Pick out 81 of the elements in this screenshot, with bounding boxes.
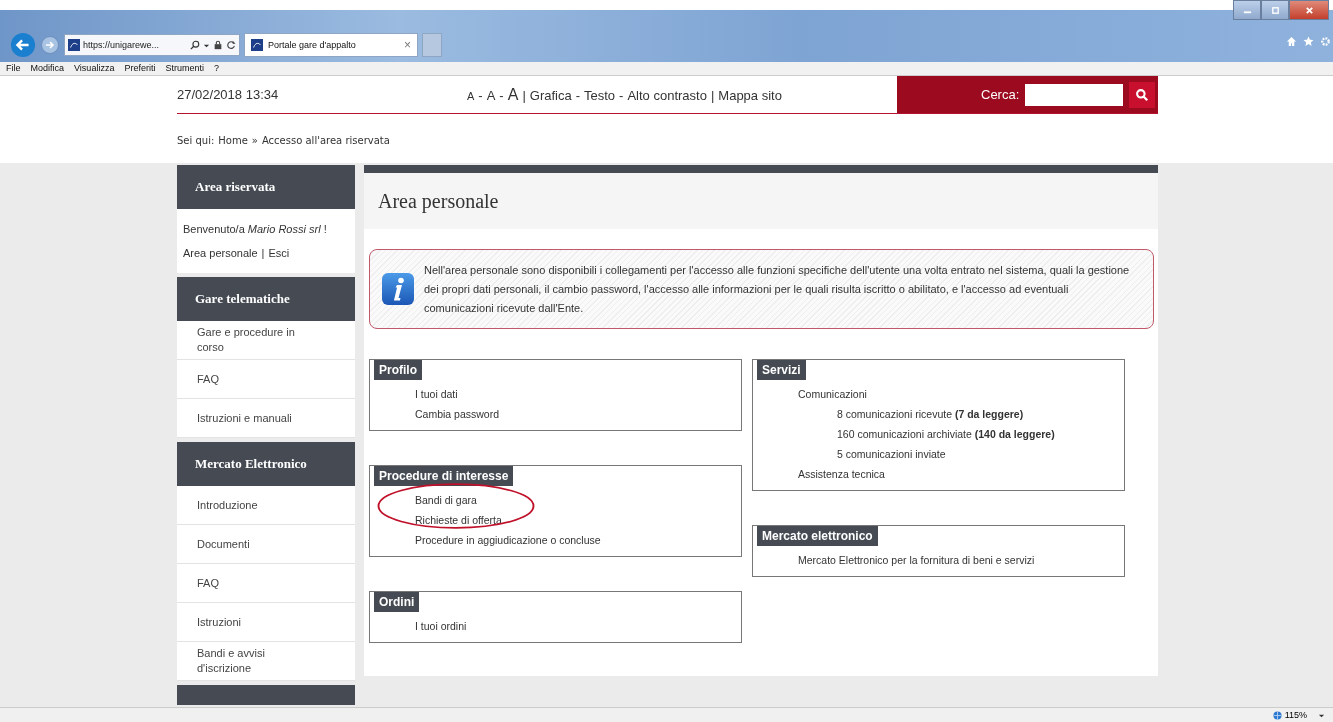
globe-icon: [1272, 710, 1282, 720]
separator: -: [575, 87, 580, 103]
section-link[interactable]: Assistenza tecnica: [798, 467, 1124, 482]
sidebar-item[interactable]: Istruzioni: [177, 603, 355, 642]
accessibility-link[interactable]: Mappa sito: [718, 87, 782, 103]
section-title: Profilo: [374, 360, 422, 380]
section-link[interactable]: Cambia password: [415, 407, 741, 422]
sidebar-item[interactable]: Istruzioni e manuali: [177, 399, 355, 438]
sidebar-item[interactable]: Introduzione: [177, 486, 355, 525]
section-link[interactable]: Mercato Elettronico per la fornitura di beni e servizi: [798, 553, 1124, 568]
breadcrumb-label: Sei qui:: [177, 135, 215, 146]
sidebar-link[interactable]: Area personale: [183, 247, 258, 259]
refresh-icon[interactable]: [226, 40, 236, 50]
separator: -: [499, 87, 504, 103]
search-field[interactable]: [1025, 83, 1123, 106]
welcome-text: Benvenuto/a Mario Rossi srl !: [183, 223, 328, 235]
sidebar-item[interactable]: Documenti: [177, 525, 355, 564]
sidebar-heading: Mercato Elettronico: [177, 442, 355, 486]
section-link[interactable]: Comunicazioni: [798, 387, 1124, 402]
date-time: 27/02/2018 13:34: [177, 87, 280, 102]
search-icon[interactable]: [190, 40, 200, 50]
zoom-level[interactable]: 115%: [1284, 710, 1307, 720]
info-icon: [382, 273, 414, 305]
address-bar[interactable]: https://unigarewe...: [64, 34, 240, 56]
restore-button[interactable]: [1261, 0, 1289, 20]
settings-icon[interactable]: [1320, 36, 1331, 47]
search-label: Cerca:: [981, 87, 1021, 102]
section-title: Servizi: [757, 360, 806, 380]
accessibility-link[interactable]: Testo: [584, 87, 616, 103]
section-title: Ordini: [374, 592, 420, 612]
breadcrumb-separator: »: [251, 135, 258, 146]
menu-item[interactable]: Modifica: [30, 62, 65, 75]
star-icon[interactable]: [1303, 36, 1314, 47]
section-link[interactable]: 160 comunicazioni archiviate (140 da leggere): [798, 427, 1124, 442]
accessibility-link[interactable]: Alto contrasto: [627, 87, 707, 103]
separator: -: [619, 87, 624, 103]
separator: |: [710, 87, 715, 103]
lock-icon: [213, 40, 223, 50]
accessibility-link[interactable]: A: [507, 85, 519, 104]
section-link[interactable]: Richieste di offerta: [415, 513, 741, 528]
close-button[interactable]: [1289, 0, 1329, 20]
menu-item[interactable]: ?: [213, 62, 219, 75]
breadcrumb-link[interactable]: Home: [218, 135, 248, 146]
separator: |: [522, 87, 526, 103]
restore-icon: [1270, 5, 1280, 15]
menu-item[interactable]: Preferiti: [124, 62, 156, 75]
tab-close-button[interactable]: ×: [404, 38, 411, 52]
sidebar-item[interactable]: FAQ: [177, 564, 355, 603]
section-link[interactable]: I tuoi ordini: [415, 619, 741, 634]
close-icon: [1304, 5, 1314, 15]
section-title: Procedure di interesse: [374, 466, 514, 486]
sidebar-item[interactable]: Gare e procedure in corso: [177, 321, 355, 360]
page-title: Area personale: [378, 189, 499, 213]
back-icon[interactable]: [10, 32, 36, 58]
section-link[interactable]: 8 comunicazioni ricevute (7 da leggere): [798, 407, 1124, 422]
section-title: Mercato elettronico: [757, 526, 878, 546]
separator: -: [478, 87, 483, 103]
home-icon[interactable]: [1286, 36, 1297, 47]
browser-tab[interactable]: Portale gare d'appalto ×: [244, 33, 418, 57]
search-icon[interactable]: [1129, 81, 1155, 108]
accessibility-link[interactable]: A: [467, 89, 475, 102]
section-link[interactable]: Procedure in aggiudicazione o concluse: [415, 533, 741, 548]
section-link[interactable]: Bandi di gara: [415, 493, 741, 508]
minimize-button[interactable]: [1233, 0, 1261, 20]
menu-item[interactable]: Visualizza: [74, 62, 115, 75]
separator: |: [261, 247, 265, 259]
section-link[interactable]: I tuoi dati: [415, 387, 741, 402]
sidebar-heading: Area riservata: [177, 165, 355, 209]
accessibility-link[interactable]: Grafica: [529, 87, 572, 103]
accessibility-link[interactable]: A: [486, 87, 496, 103]
sidebar-item[interactable]: Bandi e avvisi d'iscrizione: [177, 642, 355, 681]
sidebar-item[interactable]: FAQ: [177, 360, 355, 399]
section-link[interactable]: 5 comunicazioni inviate: [798, 447, 1124, 462]
site-icon: [251, 39, 263, 51]
info-text: Nell'area personale sono disponibili i collegamenti per l'accesso alle funzioni specifiche dell'utente una volta entrato nel sistema, quali la gestione dei propri dati personali, il cambio password, l'accesso alle informazioni per le quali risulta iscritto o abilitato, e l'accesso ad eventuali comunicazioni ricevute dall'Ente.: [424, 262, 1131, 316]
site-icon: [68, 39, 80, 51]
sidebar-heading: Gare telematiche: [177, 277, 355, 321]
menu-item[interactable]: Strumenti: [165, 62, 204, 75]
menu-item[interactable]: File: [6, 62, 21, 75]
forward-icon[interactable]: [40, 35, 60, 55]
sidebar-link[interactable]: Esci: [268, 247, 290, 259]
